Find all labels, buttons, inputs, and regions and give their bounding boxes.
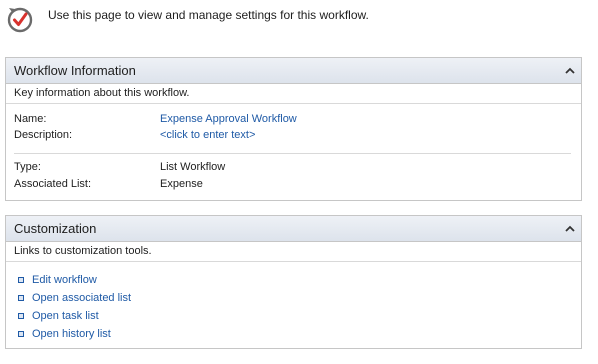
link-text[interactable]: Open history list xyxy=(32,328,111,340)
bullet-icon xyxy=(18,277,24,283)
workflow-settings-icon xyxy=(6,6,34,34)
name-row: Name: Expense Approval Workflow xyxy=(14,113,573,129)
collapse-chevron-up-icon[interactable] xyxy=(565,224,575,232)
open-history-list-link[interactable]: Open history list xyxy=(18,326,111,342)
workflow-information-panel: Workflow Information Key information abo… xyxy=(5,57,582,201)
associated-list-row: Associated List: Expense xyxy=(14,178,573,194)
collapse-chevron-up-icon[interactable] xyxy=(565,66,575,74)
workflow-name-link[interactable]: Expense Approval Workflow xyxy=(160,113,297,125)
link-text[interactable]: Open task list xyxy=(32,310,99,322)
customization-panel: Customization Links to customization too… xyxy=(5,215,582,349)
bullet-icon xyxy=(18,313,24,319)
edit-workflow-link[interactable]: Edit workflow xyxy=(18,272,97,288)
panel-description: Links to customization tools. xyxy=(6,242,581,262)
workflow-information-header[interactable]: Workflow Information xyxy=(6,58,581,84)
associated-list-label: Associated List: xyxy=(14,178,92,190)
name-label: Name: xyxy=(14,113,47,125)
link-text[interactable]: Edit workflow xyxy=(32,274,97,286)
associated-list-value: Expense xyxy=(160,178,203,190)
type-label: Type: xyxy=(14,161,41,173)
type-row: Type: List Workflow xyxy=(14,161,573,177)
panel-title: Customization xyxy=(14,221,97,236)
open-task-list-link[interactable]: Open task list xyxy=(18,308,99,324)
link-text[interactable]: Open associated list xyxy=(32,292,131,304)
panel-title: Workflow Information xyxy=(14,63,136,78)
description-row: Description: <click to enter text> xyxy=(14,129,573,145)
page-header: Use this page to view and manage setting… xyxy=(6,5,592,37)
customization-header[interactable]: Customization xyxy=(6,216,581,242)
workflow-info-fields: Name: Expense Approval Workflow Descript… xyxy=(6,104,581,200)
panel-description: Key information about this workflow. xyxy=(6,84,581,104)
description-label: Description: xyxy=(14,129,73,141)
description-edit-link[interactable]: <click to enter text> xyxy=(160,129,255,141)
bullet-icon xyxy=(18,295,24,301)
type-value: List Workflow xyxy=(160,161,226,173)
bullet-icon xyxy=(18,331,24,337)
page-description: Use this page to view and manage setting… xyxy=(48,8,369,22)
open-associated-list-link[interactable]: Open associated list xyxy=(18,290,131,306)
customization-links: Edit workflow Open associated list Open … xyxy=(6,262,581,348)
divider xyxy=(14,153,571,154)
